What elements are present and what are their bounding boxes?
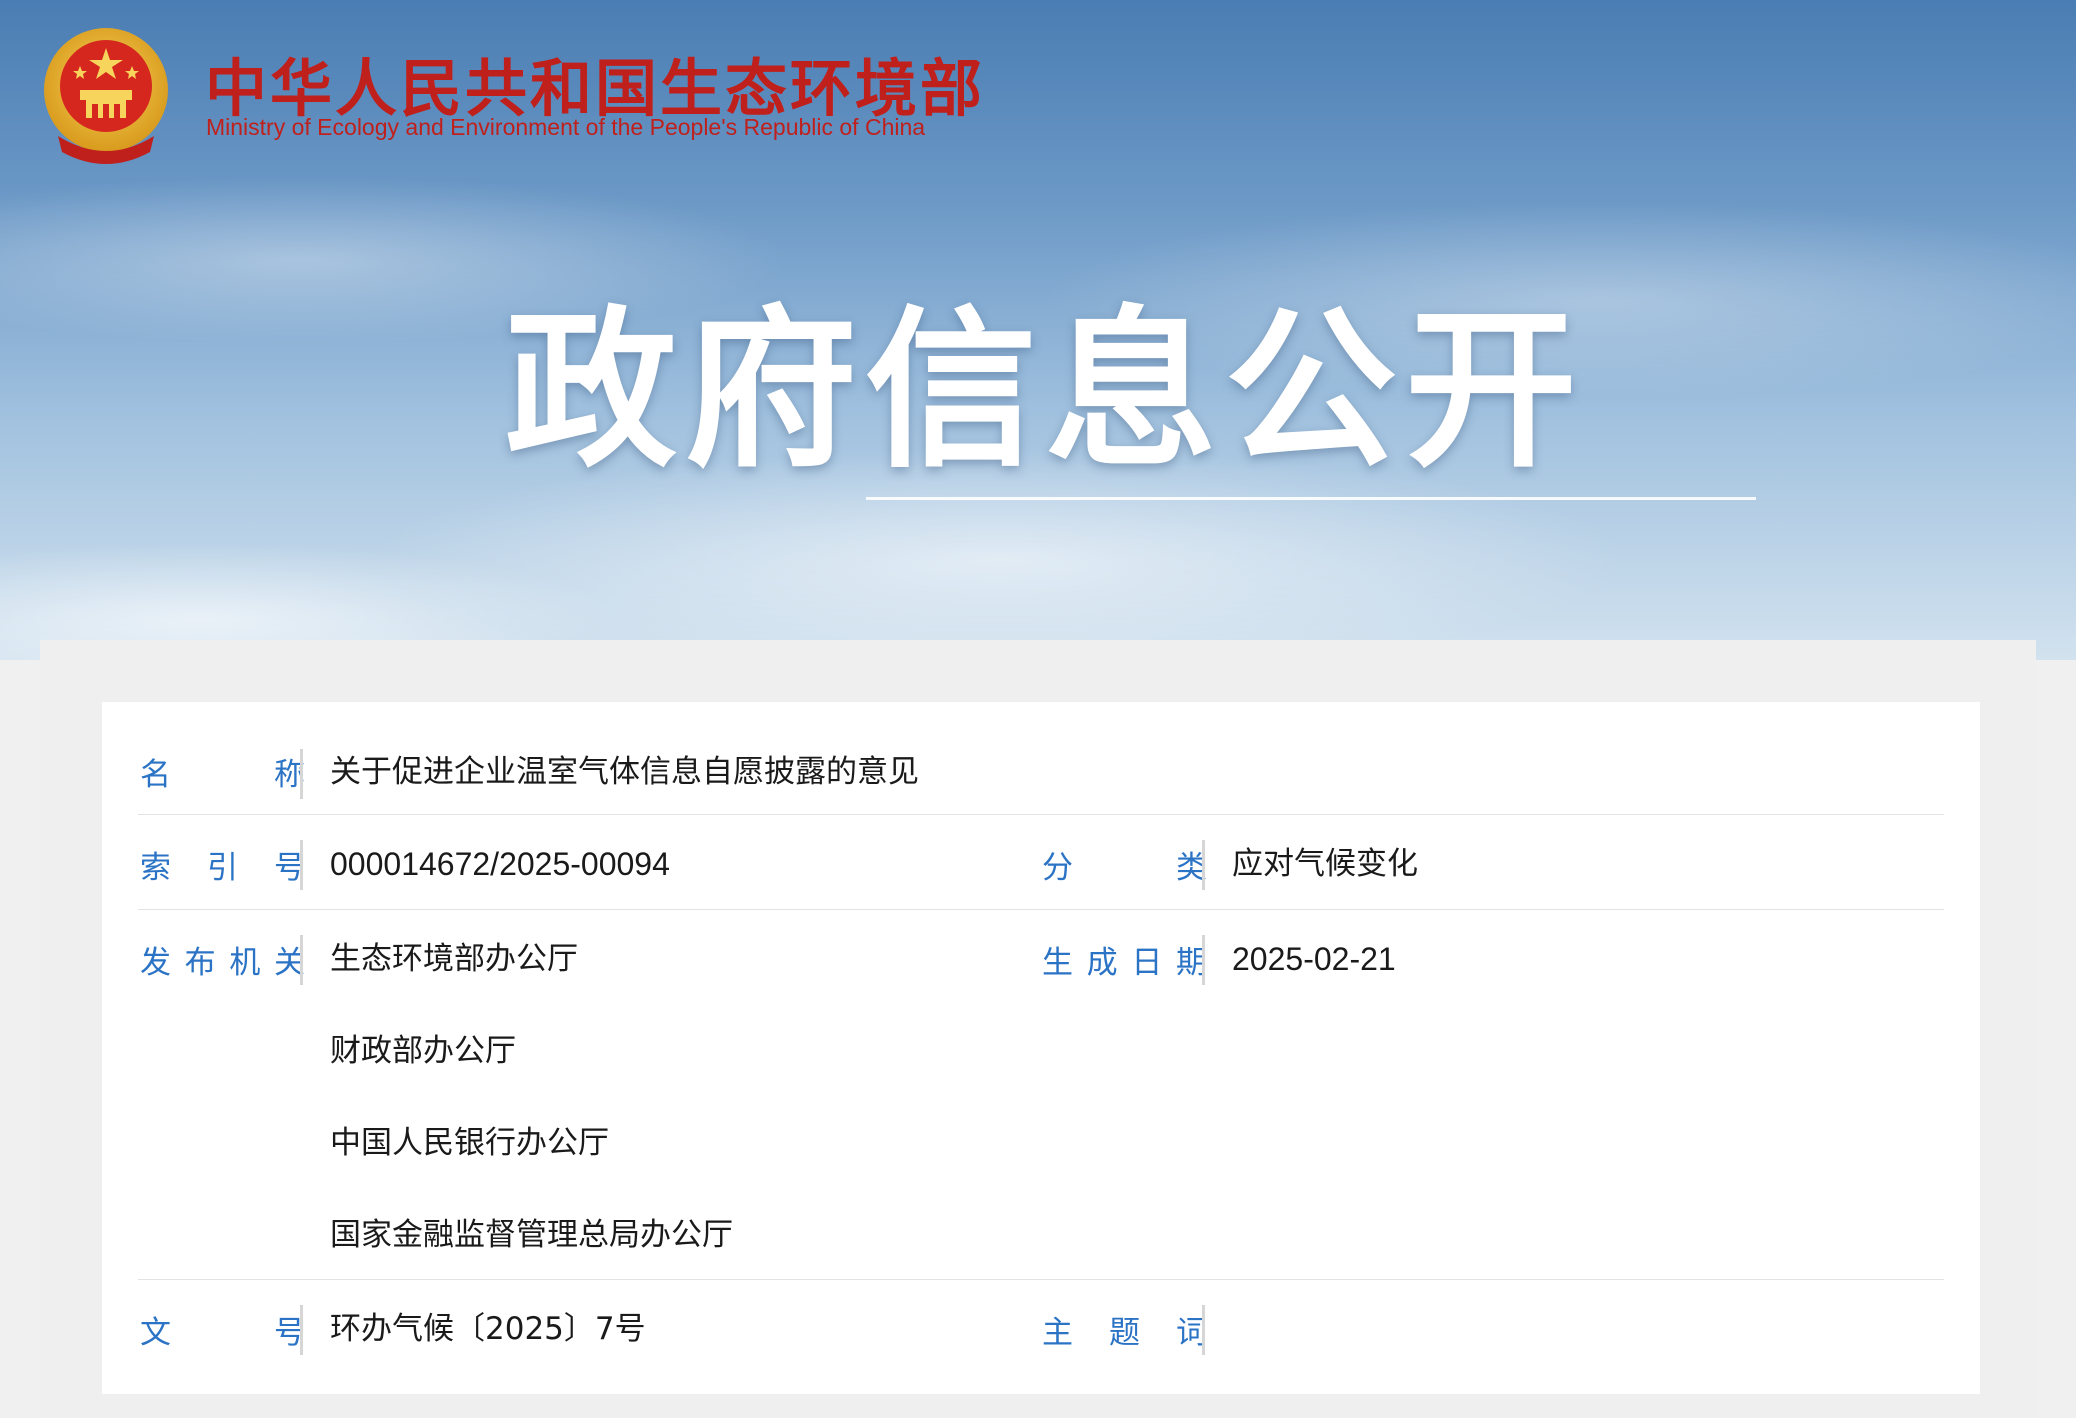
index-label: 索引号 (140, 850, 305, 886)
label-divider (300, 1305, 303, 1355)
issuer-item: 财政部办公厅 (330, 1033, 516, 1069)
name-label: 名称 (140, 757, 305, 793)
label-divider (1202, 935, 1205, 985)
date-label: 生成日期 (1042, 945, 1207, 981)
national-emblem-icon (44, 28, 168, 164)
doc-number-label: 文号 (140, 1315, 305, 1351)
issuer-item: 中国人民银行办公厅 (330, 1125, 609, 1161)
name-value: 关于促进企业温室气体信息自愿披露的意见 (330, 754, 919, 790)
category-label: 分类 (1042, 850, 1207, 886)
ministry-name-en[interactable]: Ministry of Ecology and Environment of t… (206, 114, 925, 141)
index-value: 000014672/2025-00094 (330, 846, 670, 882)
label-divider (1202, 1305, 1205, 1355)
page-title: 政府信息公开 (505, 290, 1585, 491)
row-issuer: 发布机关 生态环境部办公厅 财政部办公厅 中国人民银行办公厅 国家金融监督管理总… (138, 909, 1944, 1280)
doc-number-value: 环办气候〔2025〕7号 (330, 1311, 646, 1347)
title-underline (866, 497, 1756, 500)
label-divider (300, 749, 303, 799)
date-value: 2025-02-21 (1232, 941, 1396, 977)
category-value: 应对气候变化 (1232, 846, 1418, 882)
row-index: 索引号 000014672/2025-00094 分类 应对气候变化 (138, 814, 1944, 910)
label-divider (1202, 840, 1205, 890)
issuer-label: 发布机关 (140, 945, 305, 981)
header-banner: 中华人民共和国生态环境部 Ministry of Ecology and Env… (0, 0, 2076, 660)
row-doc-number: 文号 环办气候〔2025〕7号 主题词 (138, 1279, 1944, 1379)
issuer-item: 生态环境部办公厅 (330, 941, 578, 977)
label-divider (300, 840, 303, 890)
keywords-label: 主题词 (1042, 1315, 1207, 1351)
issuer-list: 生态环境部办公厅 财政部办公厅 中国人民银行办公厅 国家金融监督管理总局办公厅 (330, 933, 733, 1301)
label-divider (300, 935, 303, 985)
row-name: 名称 关于促进企业温室气体信息自愿披露的意见 (138, 737, 1944, 815)
